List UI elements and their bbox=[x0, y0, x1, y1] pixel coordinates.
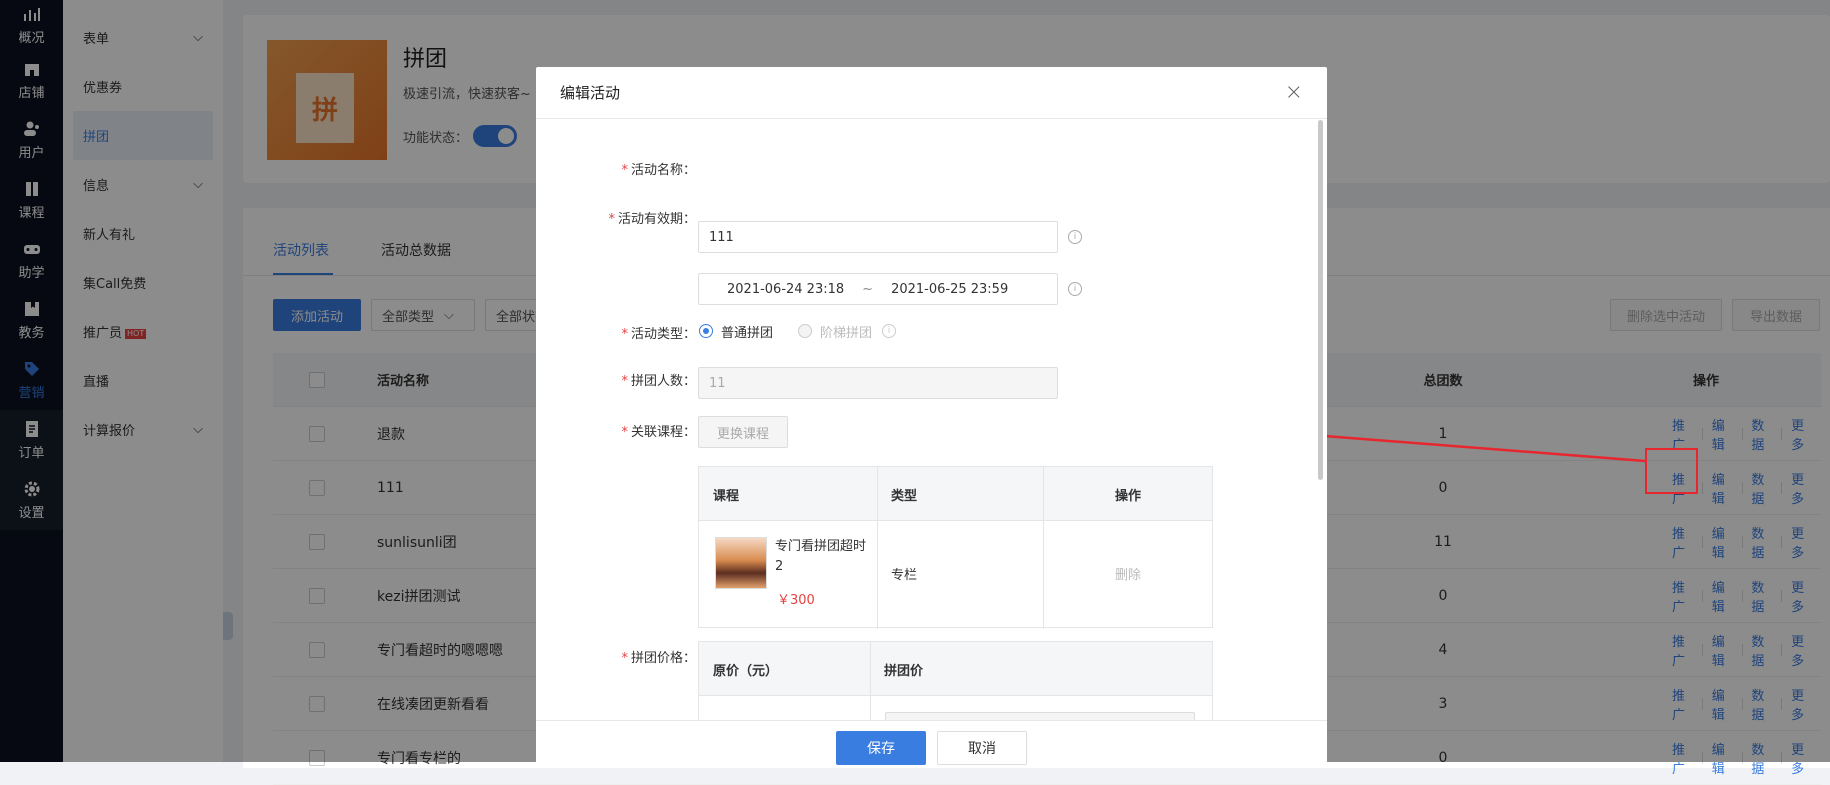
course-table: 课程 类型 操作 专门看拼团超时2 ￥300 专栏 删除 bbox=[698, 466, 1213, 629]
period-range-input[interactable]: 2021-06-24 23:18 ~ 2021-06-25 23:59 bbox=[698, 273, 1058, 305]
dialog-title: 编辑活动 bbox=[560, 84, 621, 102]
dialog-body: * 活动名称： 111 i * 活动有效期： 2021-06-24 23:18 ~ … bbox=[536, 120, 1327, 720]
divider bbox=[870, 642, 871, 720]
info-icon: i bbox=[1068, 282, 1082, 296]
count-label: * 拼团人数： bbox=[621, 374, 696, 389]
course-price: ￥300 bbox=[777, 593, 815, 608]
price-label: * 拼团价格： bbox=[621, 651, 696, 666]
divider bbox=[1043, 467, 1044, 629]
course-type: 专栏 bbox=[891, 568, 918, 583]
divider bbox=[877, 467, 878, 629]
dialog-header: 编辑活动 × bbox=[536, 67, 1327, 119]
radio-normal-group[interactable] bbox=[699, 324, 713, 338]
radio-ladder-group[interactable] bbox=[798, 324, 812, 338]
price-table: 原价（元） 拼团价 300 2 bbox=[698, 641, 1213, 720]
course-name: 专门看拼团超时2 bbox=[775, 539, 867, 574]
period-label: * 活动有效期： bbox=[608, 212, 696, 227]
close-icon[interactable]: × bbox=[1285, 80, 1303, 105]
group-size-input[interactable]: 11 bbox=[698, 367, 1058, 399]
info-icon: i bbox=[882, 324, 896, 338]
name-input[interactable]: 111 bbox=[698, 221, 1058, 253]
cancel-button[interactable]: 取消 bbox=[937, 731, 1027, 765]
scrollbar[interactable] bbox=[1318, 120, 1323, 480]
edit-activity-dialog: 编辑活动 × * 活动名称： 111 i * 活动有效期： 2021-06-24 2… bbox=[536, 67, 1327, 767]
info-icon: i bbox=[1068, 230, 1082, 244]
save-button[interactable]: 保存 bbox=[836, 731, 926, 765]
change-course-button[interactable]: 更换课程 bbox=[698, 416, 788, 448]
radio-ladder-label: 阶梯拼团 bbox=[820, 326, 873, 341]
annotation-highlight-box bbox=[1645, 448, 1698, 494]
price-table-header: 原价（元） 拼团价 bbox=[699, 642, 1212, 696]
delete-course-link[interactable]: 删除 bbox=[1043, 564, 1213, 583]
course-table-header: 课程 类型 操作 bbox=[699, 467, 1212, 521]
group-price-input[interactable]: 2 bbox=[885, 712, 1195, 720]
name-label: * 活动名称： bbox=[621, 163, 696, 178]
radio-normal-label: 普通拼团 bbox=[721, 326, 774, 341]
type-label: * 活动类型： bbox=[621, 327, 696, 342]
course-thumbnail bbox=[715, 537, 767, 589]
course-label: * 关联课程： bbox=[621, 425, 696, 440]
dialog-footer: 保存 取消 bbox=[536, 720, 1327, 767]
